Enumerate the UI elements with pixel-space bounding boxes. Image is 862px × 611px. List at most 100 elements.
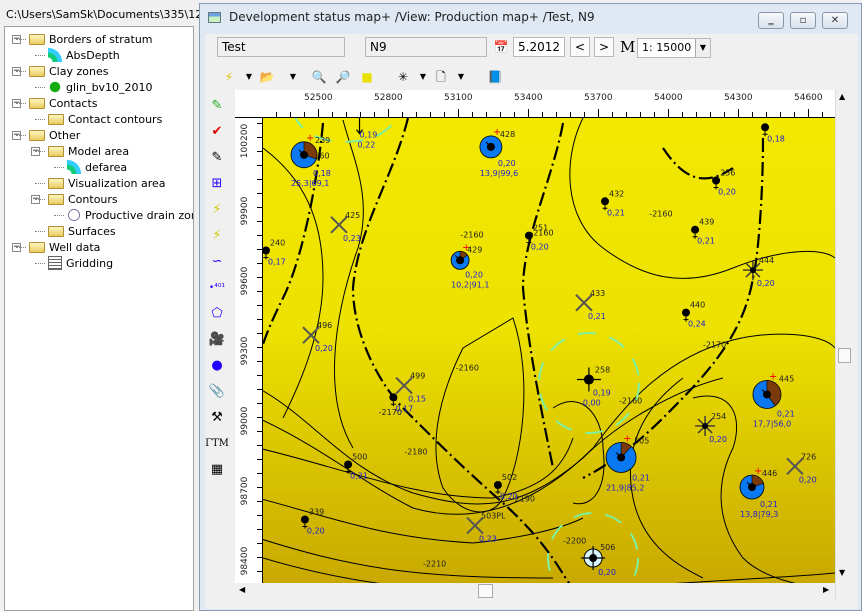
vertical-scroll-thumb[interactable] xyxy=(838,348,851,363)
tree-item[interactable]: Contact contours xyxy=(48,111,162,127)
tree-item[interactable]: Visualization area xyxy=(48,175,166,191)
tree-item[interactable]: AbsDepth xyxy=(48,47,120,63)
well-439[interactable]: 439 0,21 xyxy=(691,218,715,246)
horizontal-scroll-thumb[interactable] xyxy=(478,584,493,598)
well-unnamed[interactable]: 0,190,22 xyxy=(356,118,378,150)
prev-date-button[interactable]: < xyxy=(570,37,590,57)
y-ruler-tick xyxy=(257,165,262,167)
x-ruler-tick xyxy=(752,112,753,117)
layer-color-icon[interactable]: ■ xyxy=(357,67,377,87)
x-tick-label: 54600 xyxy=(794,93,823,103)
lightning-contour-icon[interactable]: ⚡ xyxy=(204,225,230,247)
tree-item[interactable]: defarea xyxy=(67,159,127,175)
well-429[interactable]: +4290,2010,2|91,1 xyxy=(450,242,489,289)
tools-icon[interactable]: ⚒ xyxy=(204,407,230,429)
minimize-button[interactable]: ‗ xyxy=(758,12,784,29)
well-point-icon[interactable]: •⁴⁰¹ xyxy=(204,277,230,299)
well-339[interactable]: 339 0,20 xyxy=(300,508,325,536)
well-rate-label: 0,00 xyxy=(583,399,601,408)
tree-item[interactable]: Gridding xyxy=(48,255,113,271)
close-button[interactable]: ✕ xyxy=(822,12,848,29)
open-folder-icon[interactable]: 📂 xyxy=(257,67,277,87)
well-506[interactable]: 506 0,20 xyxy=(581,543,616,577)
draw-contour-icon[interactable]: ∽ xyxy=(204,251,230,273)
map-canvas[interactable]: -2160 -2160 -2160 -2160 -2160 -2160 -2170 -2170… xyxy=(263,118,835,583)
well-value-label: 0,21 xyxy=(350,471,368,480)
scale-select[interactable]: 1: 15000 ▼ xyxy=(637,38,711,58)
well-440[interactable]: 440 0,24 xyxy=(681,301,706,329)
date-field[interactable]: 5.2012 xyxy=(513,37,565,57)
well-258[interactable]: 258 0,190,00 xyxy=(576,366,611,408)
lightning-icon[interactable]: ⚡ xyxy=(219,67,239,87)
well-256[interactable]: 256 0,20 xyxy=(712,169,736,197)
tree-item[interactable]: Borders of stratum xyxy=(29,31,153,47)
table-icon[interactable]: ▦ xyxy=(204,459,230,481)
scroll-down-icon[interactable]: ▼ xyxy=(839,568,845,577)
tree-item[interactable]: Productive drain zones xyxy=(67,207,193,223)
well-433[interactable]: 433 0,21 xyxy=(575,289,606,321)
well-445[interactable]: +445 0,2117,7|56,0 xyxy=(752,371,795,428)
check-icon[interactable]: ✔ xyxy=(204,121,230,143)
layer-tree[interactable]: − Borders of stratum AbsDepth − Clay zones gl… xyxy=(4,26,194,611)
contour-line xyxy=(263,498,584,544)
lightning-grid-icon[interactable]: ⚡ xyxy=(204,199,230,221)
well-432[interactable]: 432 0,21 xyxy=(601,189,625,217)
tree-item[interactable]: Clay zones xyxy=(29,63,108,79)
well-unnamed[interactable]: 0,18 xyxy=(761,123,785,143)
producer-well-icon xyxy=(712,176,721,185)
calendar-clock-icon[interactable]: 📅 xyxy=(491,37,511,57)
well-726[interactable]: 726 0,20 xyxy=(786,452,817,484)
scroll-right-icon[interactable]: ▶ xyxy=(823,585,829,594)
tree-item[interactable]: Other xyxy=(29,127,80,143)
highlight-icon[interactable]: ✳ xyxy=(393,67,413,87)
tree-item[interactable]: glin_bv10_2010 xyxy=(48,79,153,95)
well-254[interactable]: 254 0,20 xyxy=(695,412,727,444)
chevron-down-icon[interactable]: ▼ xyxy=(695,39,710,57)
well-data-icon[interactable]: ● xyxy=(204,355,230,377)
new-document-icon[interactable]: 🗋 xyxy=(431,67,451,87)
well-value-label: 0,24 xyxy=(688,320,706,329)
next-date-button[interactable]: > xyxy=(594,37,614,57)
tree-item[interactable]: Well data xyxy=(29,239,100,255)
pencil-arcs-icon[interactable]: ✎ xyxy=(204,147,230,169)
gtm-icon[interactable]: ΓΤΜ xyxy=(204,433,230,455)
well-505[interactable]: +505 0,2121,9|85,2 xyxy=(605,433,650,492)
layer-field[interactable]: N9 xyxy=(365,37,487,57)
tree-item[interactable]: Surfaces xyxy=(48,223,116,239)
project-field[interactable]: Test xyxy=(217,37,345,57)
well-496[interactable]: 496 0,20 xyxy=(302,321,333,353)
y-tick-label: 99600 xyxy=(240,266,250,296)
chevron-down-icon[interactable]: ▼ xyxy=(413,67,433,87)
tree-item[interactable]: Contacts xyxy=(29,95,98,111)
zoom-extent-icon[interactable]: 🔎 xyxy=(333,67,353,87)
tree-item[interactable]: Contours xyxy=(48,191,118,207)
well-id-label: 445 xyxy=(779,374,794,383)
brush-icon[interactable]: ⊞ xyxy=(204,173,230,195)
well-425[interactable]: 425 0,23 xyxy=(330,211,361,243)
well-id-label: 496 xyxy=(317,321,332,330)
maximize-button[interactable]: ▫ xyxy=(790,12,816,29)
tree-item[interactable]: Model area xyxy=(48,143,129,159)
well-499[interactable]: 499 0,15 xyxy=(395,372,426,404)
chevron-down-icon[interactable]: ▼ xyxy=(451,67,471,87)
horizontal-scrollbar[interactable]: ◀ ▶ xyxy=(235,583,835,600)
chevron-down-icon[interactable]: ▼ xyxy=(239,67,259,87)
well-240[interactable]: 240 0,17 xyxy=(263,239,286,267)
vertical-scrollbar[interactable]: ▲ ▼ xyxy=(835,90,852,600)
attach-icon[interactable]: 📎 xyxy=(204,381,230,403)
scroll-left-icon[interactable]: ◀ xyxy=(239,585,245,594)
well-area-icon[interactable]: ⬠ xyxy=(204,303,230,325)
camera-icon[interactable]: 🎥 xyxy=(204,329,230,351)
well-428[interactable]: +4280,2013,9|99,6 xyxy=(479,127,518,178)
chevron-down-icon[interactable]: ▼ xyxy=(283,67,303,87)
book-icon[interactable]: 📘 xyxy=(485,67,505,87)
edit-grid-icon[interactable]: ✎ xyxy=(204,95,230,117)
zoom-icon[interactable]: 🔍 xyxy=(309,67,329,87)
x-ruler-tick xyxy=(570,112,571,117)
well-value-label: 0,20 xyxy=(498,159,516,168)
well-446[interactable]: +4460,2113,8|79,3 xyxy=(739,466,778,519)
well-503PL[interactable]: 503PL 0,23 xyxy=(466,512,506,544)
scroll-up-icon[interactable]: ▲ xyxy=(839,92,845,101)
x-ruler-tick xyxy=(584,112,585,117)
well-444[interactable]: 444 0,20 xyxy=(742,256,775,288)
